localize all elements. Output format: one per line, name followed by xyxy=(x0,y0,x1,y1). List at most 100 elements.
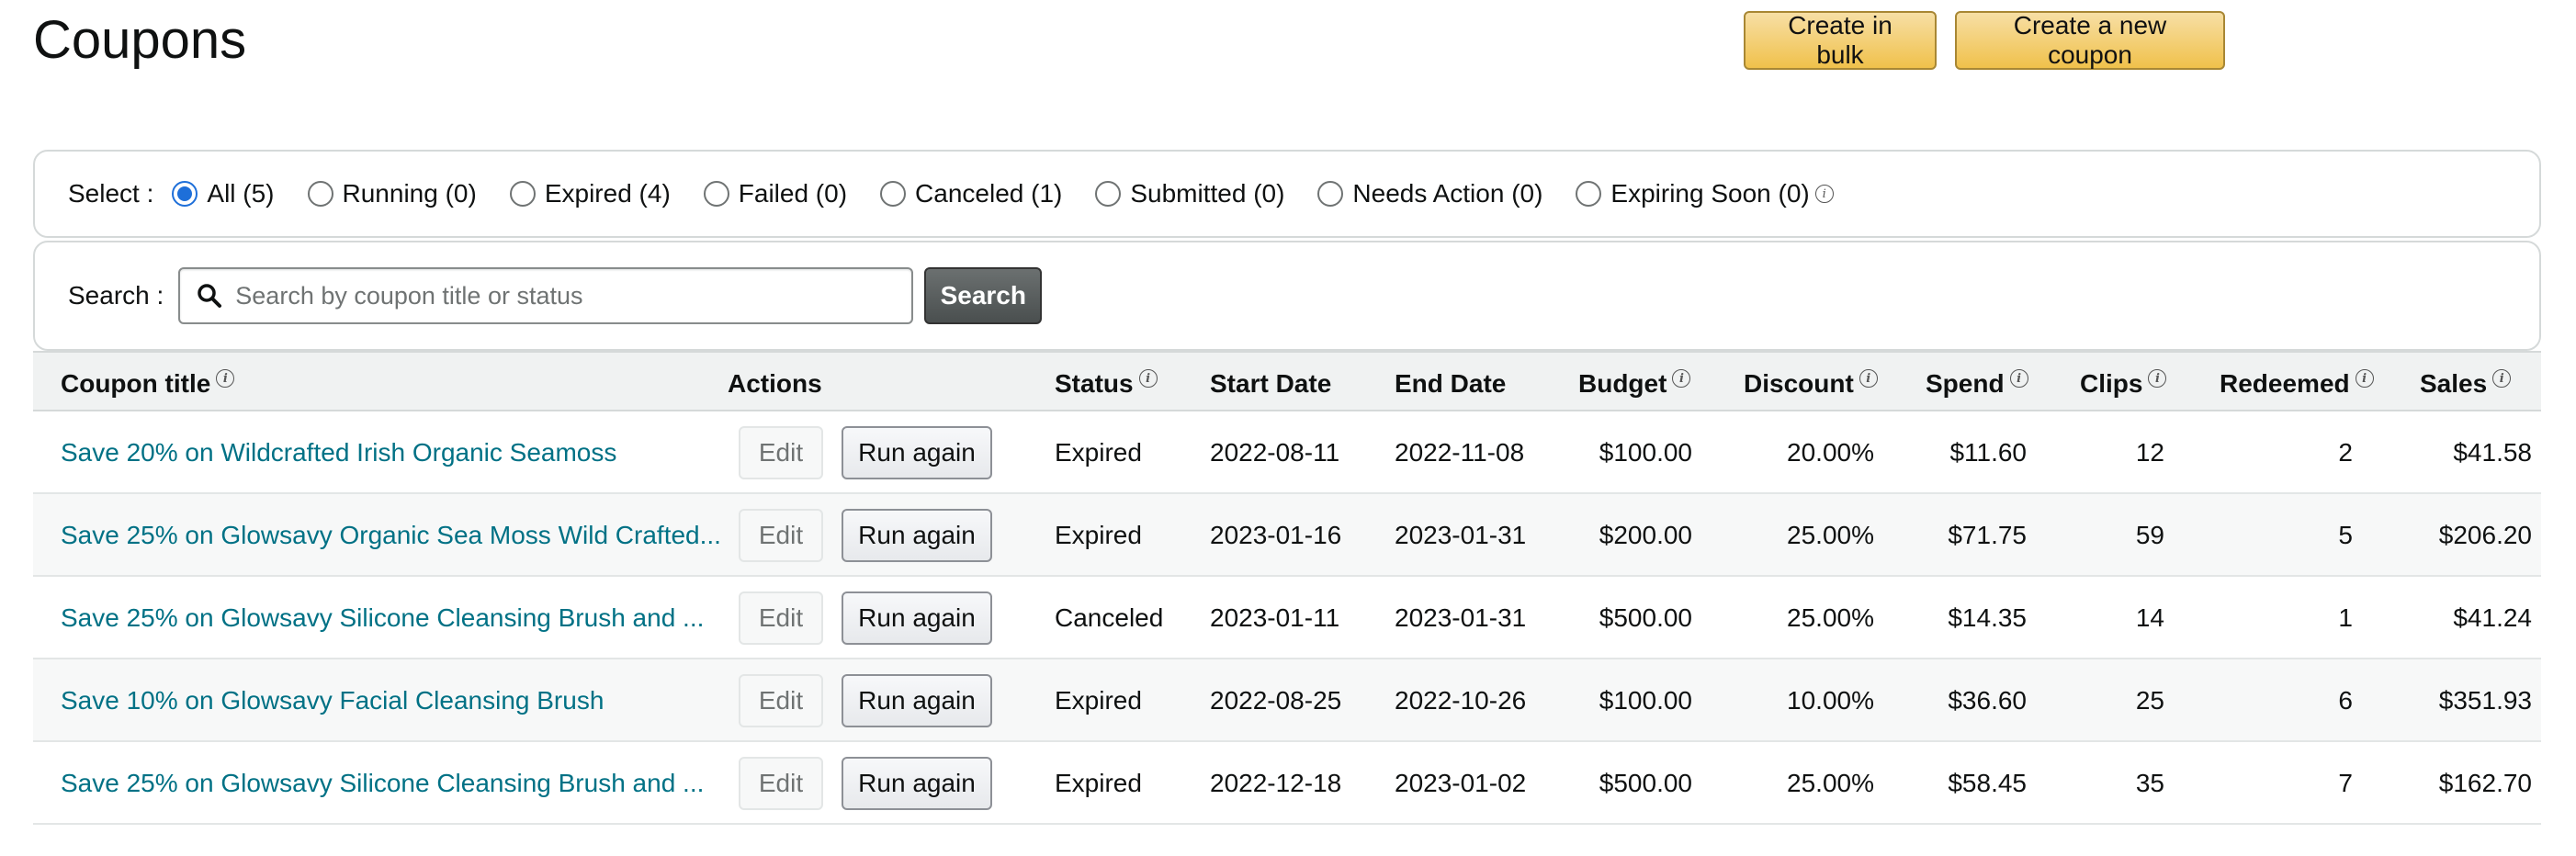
status-cell: Expired xyxy=(1055,769,1142,797)
info-icon[interactable]: i xyxy=(2148,369,2167,388)
table-row: Save 25% on Glowsavy Silicone Cleansing … xyxy=(33,577,2541,659)
redeemed-cell: 1 xyxy=(2338,603,2353,632)
coupons-table: Coupon title i Actions Status i Start Date… xyxy=(33,351,2541,825)
end-date-cell: 2023-01-02 xyxy=(1395,769,1527,797)
radio-button[interactable] xyxy=(703,181,729,207)
page-title: Coupons xyxy=(33,10,247,70)
edit-button[interactable]: Edit xyxy=(739,426,823,479)
table-body: Save 20% on Wildcrafted Irish Organic Se… xyxy=(33,411,2541,825)
column-header-clips[interactable]: Clips i xyxy=(2080,369,2167,399)
end-date-cell: 2023-01-31 xyxy=(1395,521,1527,549)
filter-option-needs-action[interactable]: Needs Action (0) xyxy=(1317,179,1542,208)
table-row: Save 25% on Glowsavy Organic Sea Moss Wi… xyxy=(33,494,2541,577)
create-new-coupon-button[interactable]: Create a new coupon xyxy=(1955,11,2225,70)
filter-option-label: Canceled (1) xyxy=(915,179,1063,208)
search-icon xyxy=(198,284,222,308)
info-icon[interactable]: i xyxy=(2355,369,2374,388)
status-filter-panel: Select : All (5) Running (0) Expired (4)… xyxy=(33,150,2541,238)
search-input[interactable] xyxy=(235,281,879,310)
status-cell: Expired xyxy=(1055,521,1142,549)
radio-button[interactable] xyxy=(307,181,333,207)
clips-cell: 25 xyxy=(2135,686,2164,715)
search-panel: Search : Search xyxy=(33,241,2541,351)
radio-button[interactable] xyxy=(509,181,536,207)
info-icon[interactable]: i xyxy=(1814,185,1834,203)
run-again-button[interactable]: Run again xyxy=(842,674,992,727)
filter-option-label: Expiring Soon (0) xyxy=(1610,179,1810,208)
column-header-spend[interactable]: Spend i xyxy=(1926,369,2028,399)
filter-option-expiring-soon[interactable]: Expiring Soon (0) i xyxy=(1576,179,1834,208)
filter-option-label: Submitted (0) xyxy=(1130,179,1285,208)
clips-cell: 35 xyxy=(2135,769,2164,797)
run-again-button[interactable]: Run again xyxy=(842,757,992,810)
spend-cell: $36.60 xyxy=(1948,686,2027,715)
column-header-sales[interactable]: Sales i xyxy=(2420,369,2512,399)
sales-cell: $351.93 xyxy=(2438,686,2532,715)
spend-cell: $11.60 xyxy=(1949,438,2027,467)
redeemed-cell: 2 xyxy=(2338,438,2353,467)
search-button[interactable]: Search xyxy=(924,267,1043,324)
filter-option-submitted[interactable]: Submitted (0) xyxy=(1095,179,1284,208)
column-header-end-date[interactable]: End Date xyxy=(1395,369,1506,399)
filter-option-label: All (5) xyxy=(207,179,275,208)
info-icon[interactable]: i xyxy=(1672,369,1691,388)
budget-cell: $500.00 xyxy=(1599,603,1692,632)
info-icon[interactable]: i xyxy=(1859,369,1878,388)
filter-option-running[interactable]: Running (0) xyxy=(307,179,477,208)
filter-option-label: Failed (0) xyxy=(738,179,848,208)
budget-cell: $200.00 xyxy=(1599,521,1692,549)
budget-cell: $100.00 xyxy=(1599,686,1692,715)
coupon-title-link[interactable]: Save 25% on Glowsavy Silicone Cleansing … xyxy=(61,603,704,633)
column-header-budget[interactable]: Budget i xyxy=(1578,369,1691,399)
table-row: Save 20% on Wildcrafted Irish Organic Se… xyxy=(33,411,2541,494)
coupon-title-link[interactable]: Save 25% on Glowsavy Silicone Cleansing … xyxy=(61,769,704,798)
info-icon[interactable]: i xyxy=(1138,369,1158,388)
coupon-title-link[interactable]: Save 20% on Wildcrafted Irish Organic Se… xyxy=(61,438,616,467)
info-icon[interactable]: i xyxy=(2492,369,2512,388)
info-icon[interactable]: i xyxy=(216,369,235,388)
search-box[interactable] xyxy=(178,267,914,324)
start-date-cell: 2022-08-11 xyxy=(1210,438,1340,467)
radio-button[interactable] xyxy=(1317,181,1344,207)
column-header-status[interactable]: Status i xyxy=(1055,369,1158,399)
edit-button[interactable]: Edit xyxy=(739,591,823,645)
coupon-title-link[interactable]: Save 25% on Glowsavy Organic Sea Moss Wi… xyxy=(61,521,721,550)
radio-button[interactable] xyxy=(1095,181,1122,207)
filter-option-canceled[interactable]: Canceled (1) xyxy=(880,179,1062,208)
budget-cell: $100.00 xyxy=(1599,438,1692,467)
radio-button[interactable] xyxy=(1576,181,1602,207)
run-again-button[interactable]: Run again xyxy=(842,591,992,645)
table-row: Save 25% on Glowsavy Silicone Cleansing … xyxy=(33,742,2541,825)
run-again-button[interactable]: Run again xyxy=(842,426,992,479)
filter-option-label: Running (0) xyxy=(342,179,477,208)
edit-button[interactable]: Edit xyxy=(739,509,823,562)
edit-button[interactable]: Edit xyxy=(739,674,823,727)
filter-option-all[interactable]: All (5) xyxy=(172,179,275,208)
discount-cell: 10.00% xyxy=(1787,686,1874,715)
info-icon[interactable]: i xyxy=(2009,369,2028,388)
start-date-cell: 2023-01-16 xyxy=(1210,521,1342,549)
table-row: Save 10% on Glowsavy Facial Cleansing Br… xyxy=(33,659,2541,742)
column-header-coupon-title[interactable]: Coupon title i xyxy=(61,369,235,399)
create-in-bulk-button[interactable]: Create in bulk xyxy=(1744,11,1937,70)
status-cell: Expired xyxy=(1055,686,1142,715)
discount-cell: 25.00% xyxy=(1787,521,1874,549)
column-header-discount[interactable]: Discount i xyxy=(1744,369,1878,399)
run-again-button[interactable]: Run again xyxy=(842,509,992,562)
column-header-start-date[interactable]: Start Date xyxy=(1210,369,1331,399)
start-date-cell: 2023-01-11 xyxy=(1210,603,1340,632)
column-header-redeemed[interactable]: Redeemed i xyxy=(2220,369,2374,399)
redeemed-cell: 6 xyxy=(2338,686,2353,715)
spend-cell: $14.35 xyxy=(1948,603,2027,632)
filter-option-expired[interactable]: Expired (4) xyxy=(509,179,671,208)
end-date-cell: 2023-01-31 xyxy=(1395,603,1527,632)
sales-cell: $162.70 xyxy=(2438,769,2532,797)
redeemed-cell: 7 xyxy=(2338,769,2353,797)
coupon-title-link[interactable]: Save 10% on Glowsavy Facial Cleansing Br… xyxy=(61,686,604,715)
radio-button[interactable] xyxy=(172,181,198,207)
edit-button[interactable]: Edit xyxy=(739,757,823,810)
radio-button[interactable] xyxy=(880,181,907,207)
filter-option-failed[interactable]: Failed (0) xyxy=(703,179,848,208)
end-date-cell: 2022-10-26 xyxy=(1395,686,1527,715)
budget-cell: $500.00 xyxy=(1599,769,1692,797)
